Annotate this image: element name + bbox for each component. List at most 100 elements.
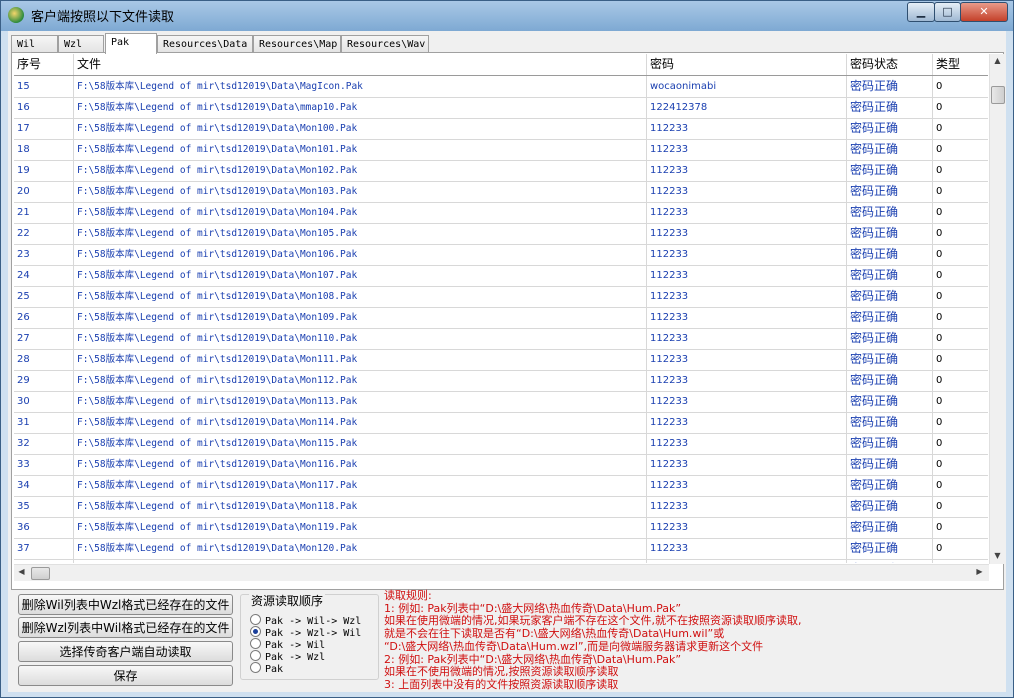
file-table[interactable]: 序号 文件 密码 密码状态 类型 15 F:\58版本库\Legend of mi… <box>14 54 988 563</box>
cell-file: F:\58版本库\Legend of mir\tsd12019\Data\Mon… <box>74 307 647 328</box>
radio-circle[interactable] <box>250 638 261 649</box>
maximize-button[interactable]: □ <box>934 2 961 22</box>
cell-password: 112233 <box>647 223 847 244</box>
rules-line: 读取规则: <box>384 589 432 602</box>
cell-password-status: 密码正确 <box>847 391 933 412</box>
cell-index: 33 <box>14 454 74 475</box>
cell-type: 0 <box>933 496 988 517</box>
minimize-icon: ▁ <box>916 5 926 18</box>
cell-file: F:\58版本库\Legend of mir\tsd12019\Data\Mon… <box>74 433 647 454</box>
table-row[interactable]: 38F:\58版本库\Legend of mir\tsd12019\Data\M… <box>14 559 988 563</box>
cell-type: 0 <box>933 286 988 307</box>
minimize-button[interactable]: ▁ <box>907 2 935 22</box>
table-row[interactable]: 29 F:\58版本库\Legend of mir\tsd12019\Data\M… <box>14 370 988 392</box>
cell-type: 0 <box>933 475 988 496</box>
table-row[interactable]: 32 F:\58版本库\Legend of mir\tsd12019\Data\M… <box>14 433 988 455</box>
cell-file: F:\58版本库\Legend of mir\tsd12019\Data\Mon… <box>74 454 647 475</box>
cell-password: 112233 <box>647 286 847 307</box>
tab-resources-wav[interactable]: Resources\Wav <box>341 35 429 52</box>
table-row[interactable]: 22 F:\58版本库\Legend of mir\tsd12019\Data\M… <box>14 223 988 245</box>
cell-file: F:\58版本库\Legend of mir\tsd12019\Data\Mon… <box>74 118 647 139</box>
cell-type: 0 <box>933 412 988 433</box>
table-row[interactable]: 34 F:\58版本库\Legend of mir\tsd12019\Data\M… <box>14 475 988 497</box>
select-client-button[interactable]: 选择传奇客户端自动读取 <box>18 641 233 662</box>
cell-type: 0 <box>933 370 988 391</box>
cell-type: 0 <box>933 76 988 97</box>
cell-index: 24 <box>14 265 74 286</box>
table-row[interactable]: 31 F:\58版本库\Legend of mir\tsd12019\Data\M… <box>14 412 988 434</box>
cell-password-status: 密码正确 <box>847 328 933 349</box>
cell-type: 0 <box>933 223 988 244</box>
cell-type: 0 <box>933 97 988 118</box>
table-row[interactable]: 28 F:\58版本库\Legend of mir\tsd12019\Data\M… <box>14 349 988 371</box>
cell-password: 112233 <box>647 328 847 349</box>
tab-resources-data[interactable]: Resources\Data <box>157 35 253 52</box>
save-button[interactable]: 保存 <box>18 665 233 686</box>
cell-index: 28 <box>14 349 74 370</box>
table-row[interactable]: 35 F:\58版本库\Legend of mir\tsd12019\Data\M… <box>14 496 988 518</box>
col-header-file[interactable]: 文件 <box>74 54 647 75</box>
cell-type: 0 <box>933 517 988 538</box>
cell-type: 0 <box>933 244 988 265</box>
radio-circle[interactable] <box>250 650 261 661</box>
horizontal-scrollbar[interactable]: ◀ ▶ <box>14 564 989 581</box>
cell-file: F:\58版本库\Legend of mir\tsd12019\Data\Mon… <box>74 265 647 286</box>
cell-type: 0 <box>933 349 988 370</box>
tab-wil[interactable]: Wil <box>11 35 58 52</box>
tab-wzl[interactable]: Wzl <box>58 35 104 52</box>
scroll-down-icon[interactable]: ▼ <box>990 551 1005 560</box>
table-row[interactable]: 23 F:\58版本库\Legend of mir\tsd12019\Data\M… <box>14 244 988 266</box>
cell-password-status: 密码正确 <box>847 76 933 97</box>
cell-file: F:\58版本库\Legend of mir\tsd12019\Data\Mon… <box>74 328 647 349</box>
vertical-scrollbar[interactable]: ▲ ▼ <box>989 54 1005 564</box>
cell-type: 0 <box>933 391 988 412</box>
client-area: Wil Wzl Pak Resources\Data Resources\Map… <box>8 31 1006 692</box>
table-row[interactable]: 30 F:\58版本库\Legend of mir\tsd12019\Data\M… <box>14 391 988 413</box>
scroll-up-icon[interactable]: ▲ <box>990 56 1005 65</box>
tab-pak[interactable]: Pak <box>105 33 157 54</box>
table-row[interactable]: 33 F:\58版本库\Legend of mir\tsd12019\Data\M… <box>14 454 988 476</box>
radio-circle-selected[interactable] <box>250 626 261 637</box>
cell-password-status: 密码正确 <box>847 265 933 286</box>
table-row[interactable]: 15 F:\58版本库\Legend of mir\tsd12019\Data\M… <box>14 76 988 98</box>
radio-option-5[interactable]: Pak <box>250 662 283 675</box>
col-header-password-status[interactable]: 密码状态 <box>847 54 933 75</box>
delete-wil-dupes-button[interactable]: 删除Wil列表中Wzl格式已经存在的文件 <box>18 594 233 615</box>
table-row[interactable]: 37 F:\58版本库\Legend of mir\tsd12019\Data\M… <box>14 538 988 560</box>
table-row[interactable]: 24 F:\58版本库\Legend of mir\tsd12019\Data\M… <box>14 265 988 287</box>
cell-file: F:\58版本库\Legend of mir\tsd12019\Data\Mon… <box>74 412 647 433</box>
close-button[interactable]: ✕ <box>960 2 1008 22</box>
col-header-type[interactable]: 类型 <box>933 54 988 75</box>
table-row[interactable]: 26 F:\58版本库\Legend of mir\tsd12019\Data\M… <box>14 307 988 329</box>
cell-type: 0 <box>933 433 988 454</box>
table-row[interactable]: 19 F:\58版本库\Legend of mir\tsd12019\Data\M… <box>14 160 988 182</box>
table-row[interactable]: 18 F:\58版本库\Legend of mir\tsd12019\Data\M… <box>14 139 988 161</box>
delete-wzl-dupes-button[interactable]: 删除Wzl列表中Wil格式已经存在的文件 <box>18 617 233 638</box>
table-row[interactable]: 27 F:\58版本库\Legend of mir\tsd12019\Data\M… <box>14 328 988 350</box>
cell-password-status: 密码正确 <box>847 370 933 391</box>
radio-circle[interactable] <box>250 614 261 625</box>
window-title: 客户端按照以下文件读取 <box>31 10 175 25</box>
table-row[interactable]: 17 F:\58版本库\Legend of mir\tsd12019\Data\M… <box>14 118 988 140</box>
table-row[interactable]: 21 F:\58版本库\Legend of mir\tsd12019\Data\M… <box>14 202 988 224</box>
table-row[interactable]: 36 F:\58版本库\Legend of mir\tsd12019\Data\M… <box>14 517 988 539</box>
cell-file: F:\58版本库\Legend of mir\tsd12019\Data\Mon… <box>74 202 647 223</box>
cell-password: 112233 <box>647 475 847 496</box>
cell-index: 20 <box>14 181 74 202</box>
radio-circle[interactable] <box>250 662 261 673</box>
table-row[interactable]: 25 F:\58版本库\Legend of mir\tsd12019\Data\M… <box>14 286 988 308</box>
scroll-right-icon[interactable]: ▶ <box>972 567 987 576</box>
scroll-left-icon[interactable]: ◀ <box>14 567 29 576</box>
cell-type: 0 <box>933 160 988 181</box>
table-row[interactable]: 20 F:\58版本库\Legend of mir\tsd12019\Data\M… <box>14 181 988 203</box>
table-row[interactable]: 16 F:\58版本库\Legend of mir\tsd12019\Data\m… <box>14 97 988 119</box>
cell-index: 31 <box>14 412 74 433</box>
cell-type: 0 <box>933 265 988 286</box>
tab-resources-map[interactable]: Resources\Map <box>253 35 341 52</box>
col-header-password[interactable]: 密码 <box>647 54 847 75</box>
horizontal-scroll-thumb[interactable] <box>31 567 50 580</box>
cell-password-status: 密码正确 <box>847 139 933 160</box>
col-header-index[interactable]: 序号 <box>14 54 74 75</box>
vertical-scroll-thumb[interactable] <box>991 86 1005 104</box>
cell-file: F:\58版本库\Legend of mir\tsd12019\Data\Mon… <box>74 139 647 160</box>
